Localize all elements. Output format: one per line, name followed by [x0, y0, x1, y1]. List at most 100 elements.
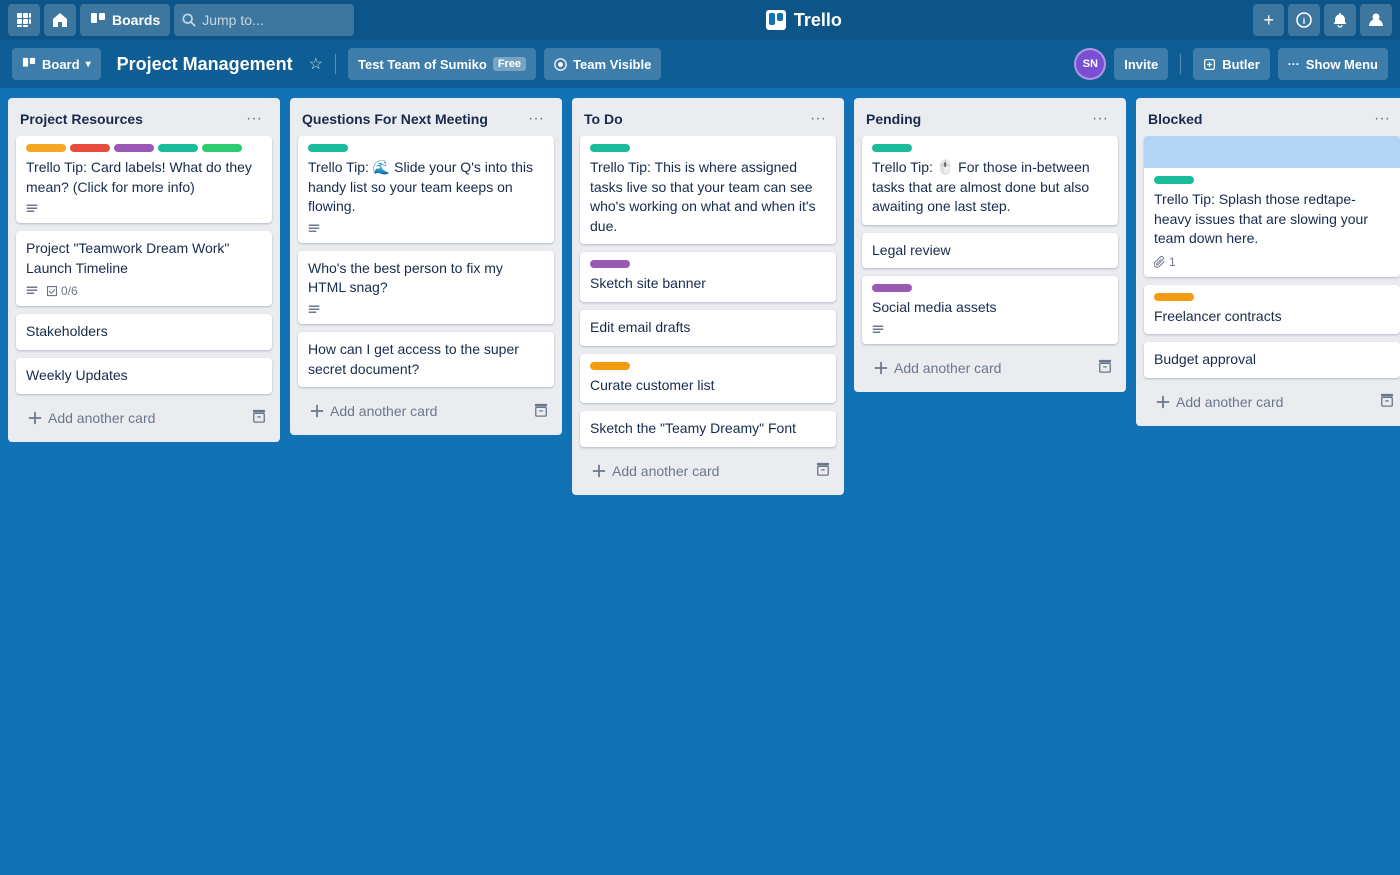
team-name: Test Team of Sumiko [358, 57, 487, 72]
card[interactable]: Project "Teamwork Dream Work" Launch Tim… [16, 231, 272, 306]
card-label [158, 144, 198, 152]
visibility-button[interactable]: Team Visible [544, 48, 661, 80]
add-card-button[interactable]: Add another card [1144, 386, 1374, 418]
card-footer [872, 324, 1108, 336]
card-labels [1154, 176, 1390, 184]
card-labels [590, 144, 826, 152]
archive-button[interactable] [528, 401, 554, 422]
card[interactable]: Trello Tip: 🌊 Slide your Q's into this h… [298, 136, 554, 243]
card-labels [308, 144, 544, 152]
description-icon [308, 304, 320, 316]
card-label [1154, 293, 1194, 301]
card-labels [590, 362, 826, 370]
archive-button[interactable] [1374, 391, 1400, 412]
card-footer: 1 [1154, 255, 1390, 269]
list-menu-button[interactable]: ··· [804, 108, 832, 130]
board-view-label: Board [42, 57, 80, 72]
list-title: Project Resources [20, 111, 143, 127]
list-blocked: Blocked ··· Trello Tip: Splash those red… [1136, 98, 1400, 426]
add-card-button[interactable]: Add another card [298, 395, 528, 427]
archive-button[interactable] [246, 407, 272, 428]
board-content: Project Resources ··· Trello Tip: Card l… [0, 88, 1400, 875]
list-header-questions-next-meeting: Questions For Next Meeting ··· [290, 98, 562, 136]
card-label [202, 144, 242, 152]
notifications-button[interactable] [1324, 4, 1356, 36]
card-label [590, 144, 630, 152]
card[interactable]: How can I get access to the super secret… [298, 332, 554, 387]
search-input[interactable] [202, 12, 342, 28]
card-text: Budget approval [1154, 350, 1390, 370]
card-text: Legal review [872, 241, 1108, 261]
card-label [1154, 176, 1194, 184]
list-title: To Do [584, 111, 623, 127]
profile-button[interactable] [1360, 4, 1392, 36]
list-project-resources: Project Resources ··· Trello Tip: Card l… [8, 98, 280, 442]
card-footer [308, 223, 544, 235]
butler-label: Butler [1222, 57, 1260, 72]
list-header-project-resources: Project Resources ··· [8, 98, 280, 136]
card[interactable]: Who's the best person to fix my HTML sna… [298, 251, 554, 324]
add-card-button[interactable]: Add another card [580, 455, 810, 487]
home-button[interactable] [44, 4, 76, 36]
card[interactable]: Trello Tip: Splash those redtape-heavy i… [1144, 136, 1400, 277]
checklist-icon: 0/6 [46, 284, 78, 298]
card[interactable]: Trello Tip: 🖱️ For those in-between task… [862, 136, 1118, 225]
card-labels [1154, 293, 1390, 301]
card[interactable]: Legal review [862, 233, 1118, 269]
card-cover [1144, 136, 1400, 168]
card-text: Edit email drafts [590, 318, 826, 338]
add-card-row: Add another card [572, 451, 844, 495]
invite-label: Invite [1124, 57, 1158, 72]
card-text: Trello Tip: This is where assigned tasks… [590, 158, 826, 236]
card[interactable]: Edit email drafts [580, 310, 836, 346]
board-view-button[interactable]: Board ▾ [12, 48, 101, 80]
list-menu-button[interactable]: ··· [1368, 108, 1396, 130]
nav-right: + i [1253, 4, 1392, 36]
logo-text: Trello [794, 10, 842, 31]
card[interactable]: Trello Tip: This is where assigned tasks… [580, 136, 836, 244]
star-button[interactable]: ☆ [309, 54, 323, 74]
list-menu-button[interactable]: ··· [240, 108, 268, 130]
archive-button[interactable] [810, 460, 836, 481]
grid-menu-button[interactable] [8, 4, 40, 36]
card[interactable]: Sketch the "Teamy Dreamy" Font [580, 411, 836, 447]
archive-button[interactable] [1092, 357, 1118, 378]
add-card-row: Add another card [290, 391, 562, 435]
add-card-label: Add another card [612, 463, 719, 479]
list-cards-project-resources: Trello Tip: Card labels! What do they me… [8, 136, 280, 398]
card[interactable]: Curate customer list [580, 354, 836, 404]
card[interactable]: Weekly Updates [16, 358, 272, 394]
card[interactable]: Trello Tip: Card labels! What do they me… [16, 136, 272, 223]
add-card-button[interactable]: Add another card [862, 352, 1092, 384]
list-menu-button[interactable]: ··· [1086, 108, 1114, 130]
board-title: Project Management [109, 50, 301, 79]
card-text: Trello Tip: 🌊 Slide your Q's into this h… [308, 158, 544, 217]
card-label [114, 144, 154, 152]
card-text: Who's the best person to fix my HTML sna… [308, 259, 544, 298]
invite-button[interactable]: Invite [1114, 48, 1168, 80]
card-label [70, 144, 110, 152]
top-nav: Boards Trello + i [0, 0, 1400, 40]
add-card-label: Add another card [894, 360, 1001, 376]
search-bar[interactable] [174, 4, 354, 36]
card-labels [26, 144, 262, 152]
team-button[interactable]: Test Team of Sumiko Free [348, 48, 536, 80]
list-cards-to-do: Trello Tip: This is where assigned tasks… [572, 136, 844, 451]
add-card-button[interactable]: Add another card [16, 402, 246, 434]
create-button[interactable]: + [1253, 4, 1284, 36]
list-menu-button[interactable]: ··· [522, 108, 550, 130]
card[interactable]: Freelancer contracts [1144, 285, 1400, 335]
user-avatar[interactable]: SN [1074, 48, 1106, 80]
info-button[interactable]: i [1288, 4, 1320, 36]
separator-2 [1180, 54, 1181, 74]
card[interactable]: Stakeholders [16, 314, 272, 350]
card[interactable]: Sketch site banner [580, 252, 836, 302]
card[interactable]: Budget approval [1144, 342, 1400, 378]
card[interactable]: Social media assets [862, 276, 1118, 344]
add-card-row: Add another card [8, 398, 280, 442]
show-menu-button[interactable]: ··· Show Menu [1278, 48, 1388, 80]
butler-button[interactable]: Butler [1193, 48, 1270, 80]
svg-text:i: i [1303, 16, 1306, 26]
boards-button[interactable]: Boards [80, 4, 170, 36]
show-menu-label: Show Menu [1306, 57, 1378, 72]
